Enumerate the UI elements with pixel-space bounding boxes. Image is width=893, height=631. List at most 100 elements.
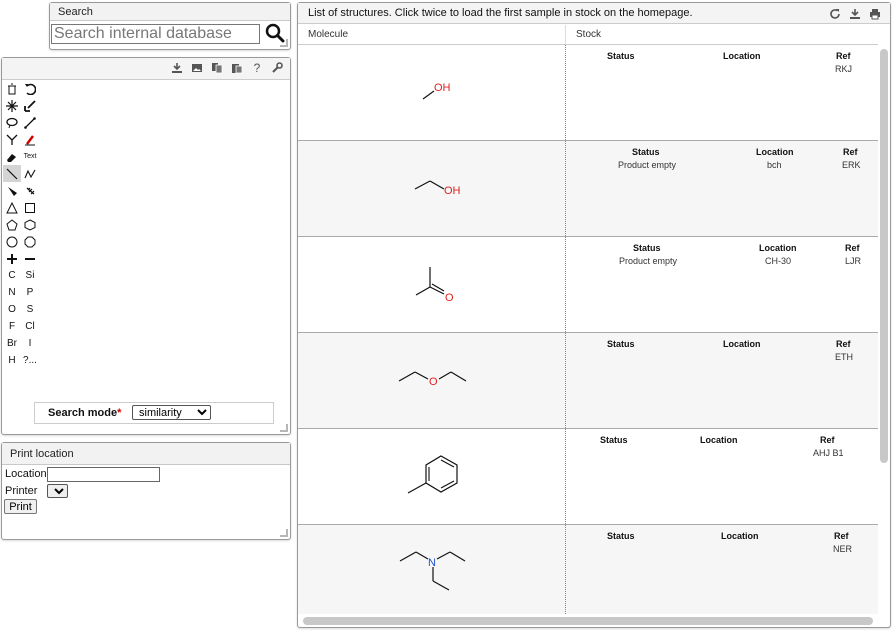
atom-other[interactable]: ?... xyxy=(21,352,39,369)
octagon-icon[interactable] xyxy=(21,233,39,250)
molecule-drawing xyxy=(407,455,458,494)
wrench-icon[interactable] xyxy=(270,61,284,75)
print-button[interactable]: Print xyxy=(4,499,37,514)
copy-icon[interactable] xyxy=(210,61,224,75)
stock-cell: Status Location Ref ETH xyxy=(566,333,878,428)
search-panel: Search xyxy=(49,2,291,50)
help-icon[interactable]: ? xyxy=(250,61,264,75)
molecule-cell[interactable]: N xyxy=(298,525,566,614)
molecule-drawing: O xyxy=(415,267,454,304)
molecule-cell[interactable]: O xyxy=(298,333,566,428)
stock-ref: NER xyxy=(833,544,853,554)
molecule-cell[interactable] xyxy=(298,429,566,524)
molecule-drawing: O xyxy=(398,371,467,388)
molecule-cell[interactable]: OH xyxy=(298,141,566,236)
atom-o[interactable]: O xyxy=(3,301,21,318)
trash-icon[interactable] xyxy=(3,80,21,97)
atom-i[interactable]: I xyxy=(21,335,39,352)
stock-location-header: Location xyxy=(759,243,797,253)
search-mode-select[interactable]: similarity xyxy=(132,405,211,420)
col-header-stock: Stock xyxy=(576,29,602,40)
sketcher-toolbar: ? xyxy=(2,58,290,80)
molecule-cell[interactable]: O xyxy=(298,237,566,332)
atom-f[interactable]: F xyxy=(3,318,21,335)
structures-header: List of structures. Click twice to load … xyxy=(298,3,890,24)
print-icon[interactable] xyxy=(868,7,882,21)
stock-status-header: Status xyxy=(633,243,661,253)
table-row[interactable]: O Status Location Ref Product empty CH-3… xyxy=(298,237,878,333)
location-input[interactable] xyxy=(47,467,160,482)
eraser-icon[interactable] xyxy=(3,148,21,165)
structures-panel: List of structures. Click twice to load … xyxy=(297,2,891,628)
print-location-panel: Print location Location Printer Print xyxy=(1,442,291,540)
col-header-molecule: Molecule xyxy=(298,25,566,44)
atom-si[interactable]: Si xyxy=(21,267,39,284)
resize-handle[interactable] xyxy=(280,529,288,537)
molecule-drawing: OH xyxy=(414,180,461,197)
location-label: Location xyxy=(5,468,47,480)
stock-status-header: Status xyxy=(632,147,660,157)
printer-select[interactable] xyxy=(47,484,68,498)
chain-icon[interactable] xyxy=(3,131,21,148)
stock-ref-header: Ref xyxy=(834,531,849,541)
minus-charge-icon[interactable] xyxy=(21,250,39,267)
molecule-cell[interactable]: OH xyxy=(298,45,566,140)
table-row[interactable]: OH Status Location Ref Product empty bch… xyxy=(298,141,878,237)
stock-location-header: Location xyxy=(756,147,794,157)
search-mode-box: Search mode* similarity xyxy=(34,402,274,424)
resize-handle[interactable] xyxy=(280,39,288,47)
stock-location: bch xyxy=(767,160,782,170)
structures-title: List of structures. Click twice to load … xyxy=(308,7,693,19)
stock-ref: ETH xyxy=(835,352,853,362)
atom-h[interactable]: H xyxy=(3,352,21,369)
table-row[interactable]: Status Location Ref AHJ B1 xyxy=(298,429,878,525)
triangle-icon[interactable] xyxy=(3,199,21,216)
undo-icon[interactable] xyxy=(21,80,39,97)
stock-status-header: Status xyxy=(607,339,635,349)
atom-s[interactable]: S xyxy=(21,301,39,318)
tool-palette: Text C Si N P O S F Cl Br I H ?... xyxy=(3,80,40,369)
resize-handle[interactable] xyxy=(280,424,288,432)
stock-cell: Status Location Ref Product empty bch ER… xyxy=(566,141,878,236)
pentagon-icon[interactable] xyxy=(3,216,21,233)
atom-p[interactable]: P xyxy=(21,284,39,301)
resize-bond-icon[interactable] xyxy=(21,114,39,131)
horizontal-scrollbar[interactable] xyxy=(303,617,873,625)
wedge-bond-icon[interactable] xyxy=(3,182,21,199)
hexagon-icon[interactable] xyxy=(21,216,39,233)
explode-icon[interactable] xyxy=(3,97,21,114)
stock-location-header: Location xyxy=(723,51,761,61)
stock-location-header: Location xyxy=(723,339,761,349)
atom-cl[interactable]: Cl xyxy=(21,318,39,335)
print-location-title: Print location xyxy=(2,443,290,465)
search-input[interactable] xyxy=(51,24,260,44)
table-row[interactable]: N Status Location Ref NER xyxy=(298,525,878,614)
hash-bond-icon[interactable] xyxy=(21,182,39,199)
square-icon[interactable] xyxy=(21,199,39,216)
vertical-scrollbar[interactable] xyxy=(880,49,888,463)
atom-n[interactable]: N xyxy=(3,284,21,301)
table-row[interactable]: O Status Location Ref ETH xyxy=(298,333,878,429)
lasso-icon[interactable] xyxy=(3,114,21,131)
plus-charge-icon[interactable] xyxy=(3,250,21,267)
atom-br[interactable]: Br xyxy=(3,335,21,352)
stock-status-header: Status xyxy=(607,51,635,61)
refresh-icon[interactable] xyxy=(828,7,842,21)
heptagon-icon[interactable] xyxy=(3,233,21,250)
shrink-icon[interactable] xyxy=(21,97,39,114)
download-icon[interactable] xyxy=(848,7,862,21)
text-tool[interactable]: Text xyxy=(21,148,39,165)
atom-label: OH xyxy=(444,185,461,197)
chain-bond-icon[interactable] xyxy=(21,165,39,182)
stock-cell: Status Location Ref Product empty CH-30 … xyxy=(566,237,878,332)
paste-icon[interactable] xyxy=(230,61,244,75)
atom-c[interactable]: C xyxy=(3,267,21,284)
single-bond-icon[interactable] xyxy=(3,165,21,182)
table-row[interactable]: OH Status Location Ref RKJ xyxy=(298,45,878,141)
download-icon[interactable] xyxy=(170,61,184,75)
stock-ref-header: Ref xyxy=(820,435,835,445)
charge-pen-icon[interactable] xyxy=(21,131,39,148)
image-icon[interactable] xyxy=(190,61,204,75)
sketch-canvas[interactable] xyxy=(42,81,288,396)
atom-label: N xyxy=(428,557,436,569)
